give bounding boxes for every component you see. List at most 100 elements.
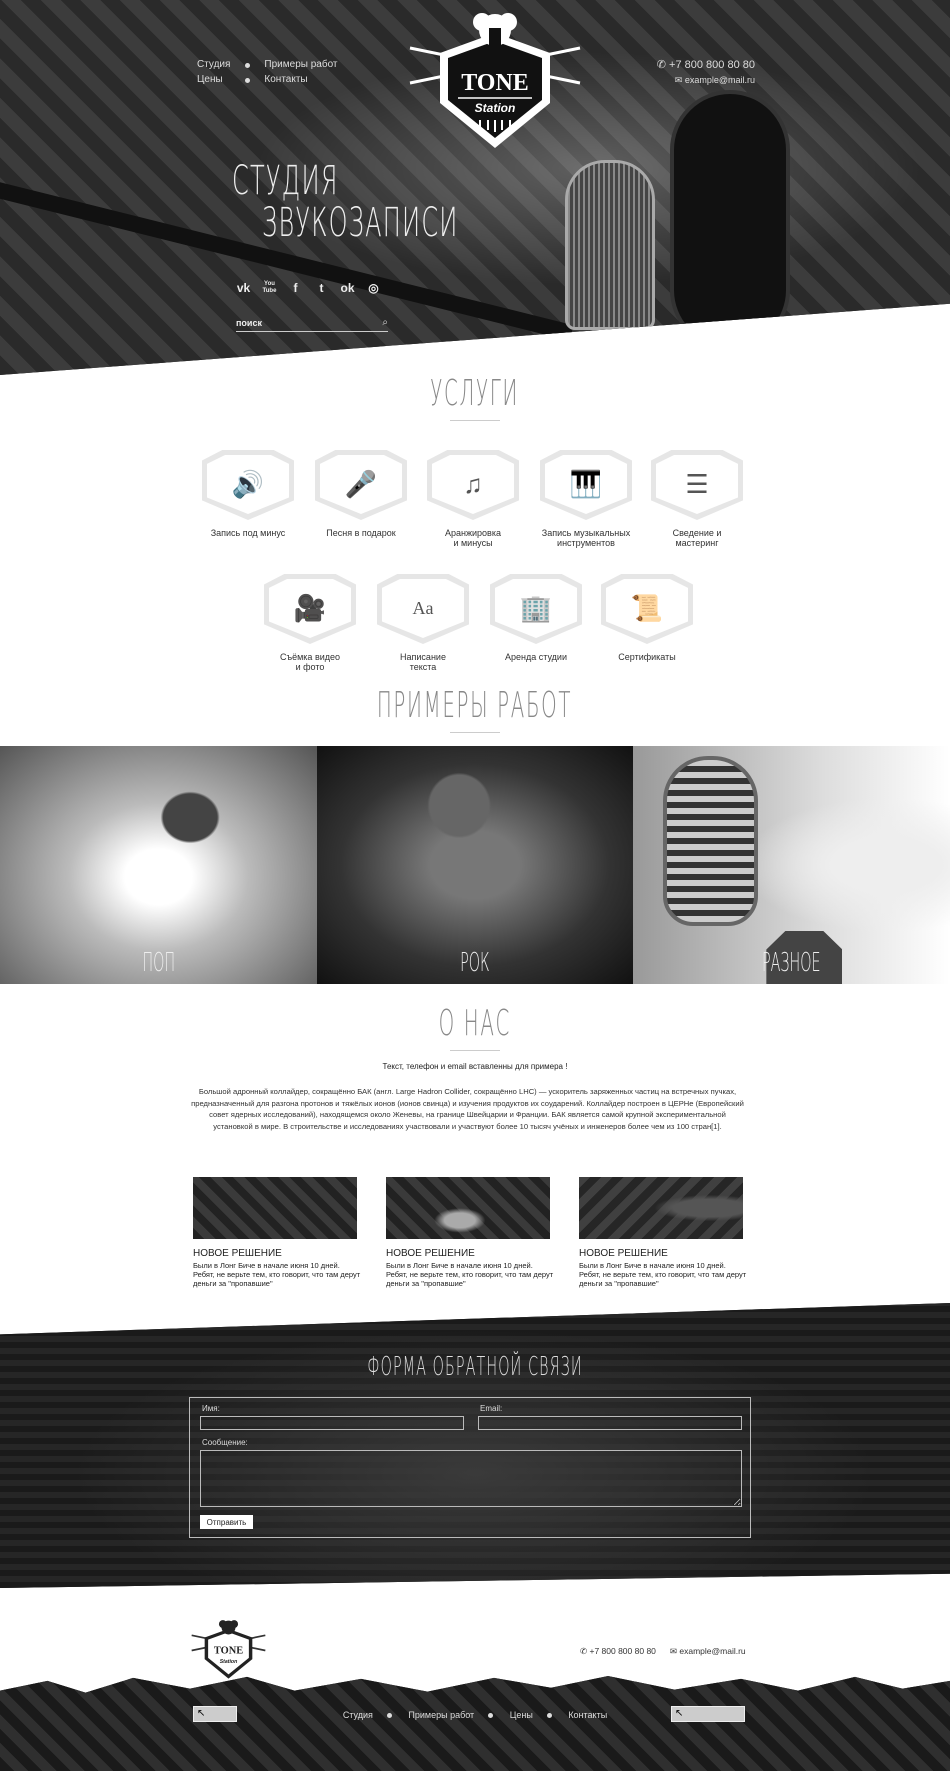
service-label: Сертификаты: [618, 652, 676, 662]
search-input[interactable]: [236, 317, 383, 328]
pop-filter-image: [670, 90, 790, 350]
about-text: Большой адронный коллайдер, сокращённо Б…: [191, 1087, 744, 1131]
hero-title: СТУДИЯ ЗВУКОЗАПИСИ: [232, 160, 459, 244]
footer-nav-studio[interactable]: Студия: [343, 1710, 373, 1720]
footer-nav-contacts[interactable]: Контакты: [568, 1710, 607, 1720]
nav-item-works[interactable]: Примеры работ: [264, 59, 337, 70]
works-gallery: ПОП РОК РАЗНОЕ: [0, 746, 950, 984]
building-icon: 🏢: [495, 579, 577, 638]
service-shield: 🎥: [264, 574, 356, 644]
keyboard-icon: 🎹: [545, 455, 627, 514]
news-title[interactable]: НОВОЕ РЕШЕНИЕ: [579, 1248, 749, 1259]
header-email[interactable]: example@mail.ru: [685, 75, 755, 85]
work-tile-misc[interactable]: РАЗНОЕ: [633, 746, 950, 984]
news-text: Были в Лонг Биче в начале июня 10 дней. …: [193, 1261, 361, 1288]
service-item[interactable]: ☰ Сведение и мастеринг: [642, 450, 752, 548]
mail-icon: ✉: [669, 1646, 680, 1656]
video-camera-icon: 🎥: [269, 579, 351, 638]
footer-logo-subtext: Station: [220, 1659, 238, 1665]
email-field[interactable]: [478, 1416, 742, 1430]
vk-icon[interactable]: vk: [236, 281, 251, 296]
hero-title-line1: СТУДИЯ: [232, 158, 339, 204]
footer-phone[interactable]: +7 800 800 80 80: [589, 1646, 655, 1656]
news-card[interactable]: НОВОЕ РЕШЕНИЕ Были в Лонг Биче в начале …: [386, 1177, 556, 1288]
service-item[interactable]: ♫ Аранжировка и минусы: [418, 450, 528, 548]
microphone-image: [565, 160, 655, 330]
service-shield: ♫: [427, 450, 519, 520]
service-item[interactable]: 🎤 Песня в подарок: [306, 450, 416, 538]
logo-text: TONE: [461, 70, 529, 96]
footer-email[interactable]: example@mail.ru: [679, 1646, 745, 1656]
top-nav: Студия Примеры работ Цены Контакты: [197, 59, 338, 85]
footer-band: [0, 1675, 950, 1771]
text-icon: Aa: [382, 579, 464, 638]
about-lead: Текст, телефон и email вставленны для пр…: [382, 1062, 568, 1071]
service-item[interactable]: 🏢 Аренда студии: [481, 574, 591, 662]
service-shield: ☰: [651, 450, 743, 520]
service-label: Аренда студии: [505, 652, 567, 662]
music-note-icon: ♫: [432, 455, 514, 514]
submit-button[interactable]: Отправить: [200, 1515, 253, 1529]
work-tile-rock[interactable]: РОК: [316, 746, 634, 984]
news-title[interactable]: НОВОЕ РЕШЕНИЕ: [386, 1248, 556, 1259]
work-caption-pop: ПОП: [141, 948, 175, 978]
search-icon[interactable]: ⌕: [382, 317, 388, 328]
news-text: Были в Лонг Биче в начале июня 10 дней. …: [579, 1261, 747, 1288]
service-label: Написание текста: [400, 652, 446, 672]
retro-microphone-image: [663, 756, 759, 926]
nav-item-contacts[interactable]: Контакты: [264, 74, 337, 85]
nav-item-prices[interactable]: Цены: [197, 74, 252, 85]
footer-logo-text: TONE: [214, 1646, 243, 1657]
service-shield: 🎹: [540, 450, 632, 520]
email-label: Email:: [480, 1404, 503, 1413]
footer-logo[interactable]: TONE Station: [186, 1618, 271, 1683]
youtube-icon[interactable]: You Tube: [262, 281, 277, 296]
message-field[interactable]: [200, 1450, 742, 1507]
service-label: Запись под минус: [210, 528, 286, 538]
name-label: Имя:: [202, 1404, 220, 1413]
logo-subtext: Station: [475, 101, 516, 115]
news-text: Были в Лонг Биче в начале июня 10 дней. …: [386, 1261, 554, 1288]
odnoklassniki-icon[interactable]: ok: [340, 281, 355, 296]
nav-item-studio[interactable]: Студия: [197, 59, 252, 70]
service-item[interactable]: 🔊 Запись под минус: [193, 450, 303, 538]
service-shield: 🎤: [315, 450, 407, 520]
service-shield: 🏢: [490, 574, 582, 644]
sliders-icon: ☰: [656, 455, 738, 514]
service-shield: Aa: [377, 574, 469, 644]
news-card[interactable]: НОВОЕ РЕШЕНИЕ Были в Лонг Биче в начале …: [579, 1177, 749, 1288]
news-card[interactable]: НОВОЕ РЕШЕНИЕ Были в Лонг Биче в начале …: [193, 1177, 363, 1288]
search-box: ⌕: [236, 314, 388, 332]
phone-icon: ✆: [656, 59, 670, 71]
twitter-icon[interactable]: t: [314, 281, 329, 296]
speaker-icon: 🔊: [207, 455, 289, 514]
works-divider: [450, 732, 500, 733]
certificate-icon: 📜: [606, 579, 688, 638]
instagram-icon[interactable]: ◎: [366, 281, 381, 296]
service-label: Запись музыкальных инструментов: [541, 528, 631, 548]
header-phone[interactable]: +7 800 800 80 80: [669, 59, 755, 71]
service-item[interactable]: Aa Написание текста: [368, 574, 478, 672]
facebook-icon[interactable]: f: [288, 281, 303, 296]
service-shield: 🔊: [202, 450, 294, 520]
service-item[interactable]: 🎥 Съёмка видео и фото: [255, 574, 365, 672]
news-title[interactable]: НОВОЕ РЕШЕНИЕ: [193, 1248, 363, 1259]
hero-title-line2: ЗВУКОЗАПИСИ: [262, 200, 459, 246]
footer-nav-prices[interactable]: Цены: [510, 1710, 533, 1720]
footer-contacts: ✆ +7 800 800 80 80 ✉ example@mail.ru: [580, 1646, 746, 1657]
microphone-icon: 🎤: [320, 455, 402, 514]
service-item[interactable]: 📜 Сертификаты: [592, 574, 702, 662]
footer-nav-works[interactable]: Примеры работ: [408, 1710, 474, 1720]
logo[interactable]: TONE Station: [400, 8, 590, 158]
news-image: [193, 1177, 357, 1239]
service-item[interactable]: 🎹 Запись музыкальных инструментов: [531, 450, 641, 548]
message-label: Сообщение:: [202, 1438, 248, 1447]
services-title: УСЛУГИ: [430, 373, 520, 414]
work-caption-misc: РАЗНОЕ: [762, 948, 821, 978]
name-field[interactable]: [200, 1416, 464, 1430]
service-label: Сведение и мастеринг: [672, 528, 722, 548]
mail-icon: ✉: [674, 75, 685, 85]
social-links: vk You Tube f t ok ◎: [236, 281, 381, 296]
work-tile-pop[interactable]: ПОП: [0, 746, 317, 984]
service-label: Съёмка видео и фото: [279, 652, 341, 672]
